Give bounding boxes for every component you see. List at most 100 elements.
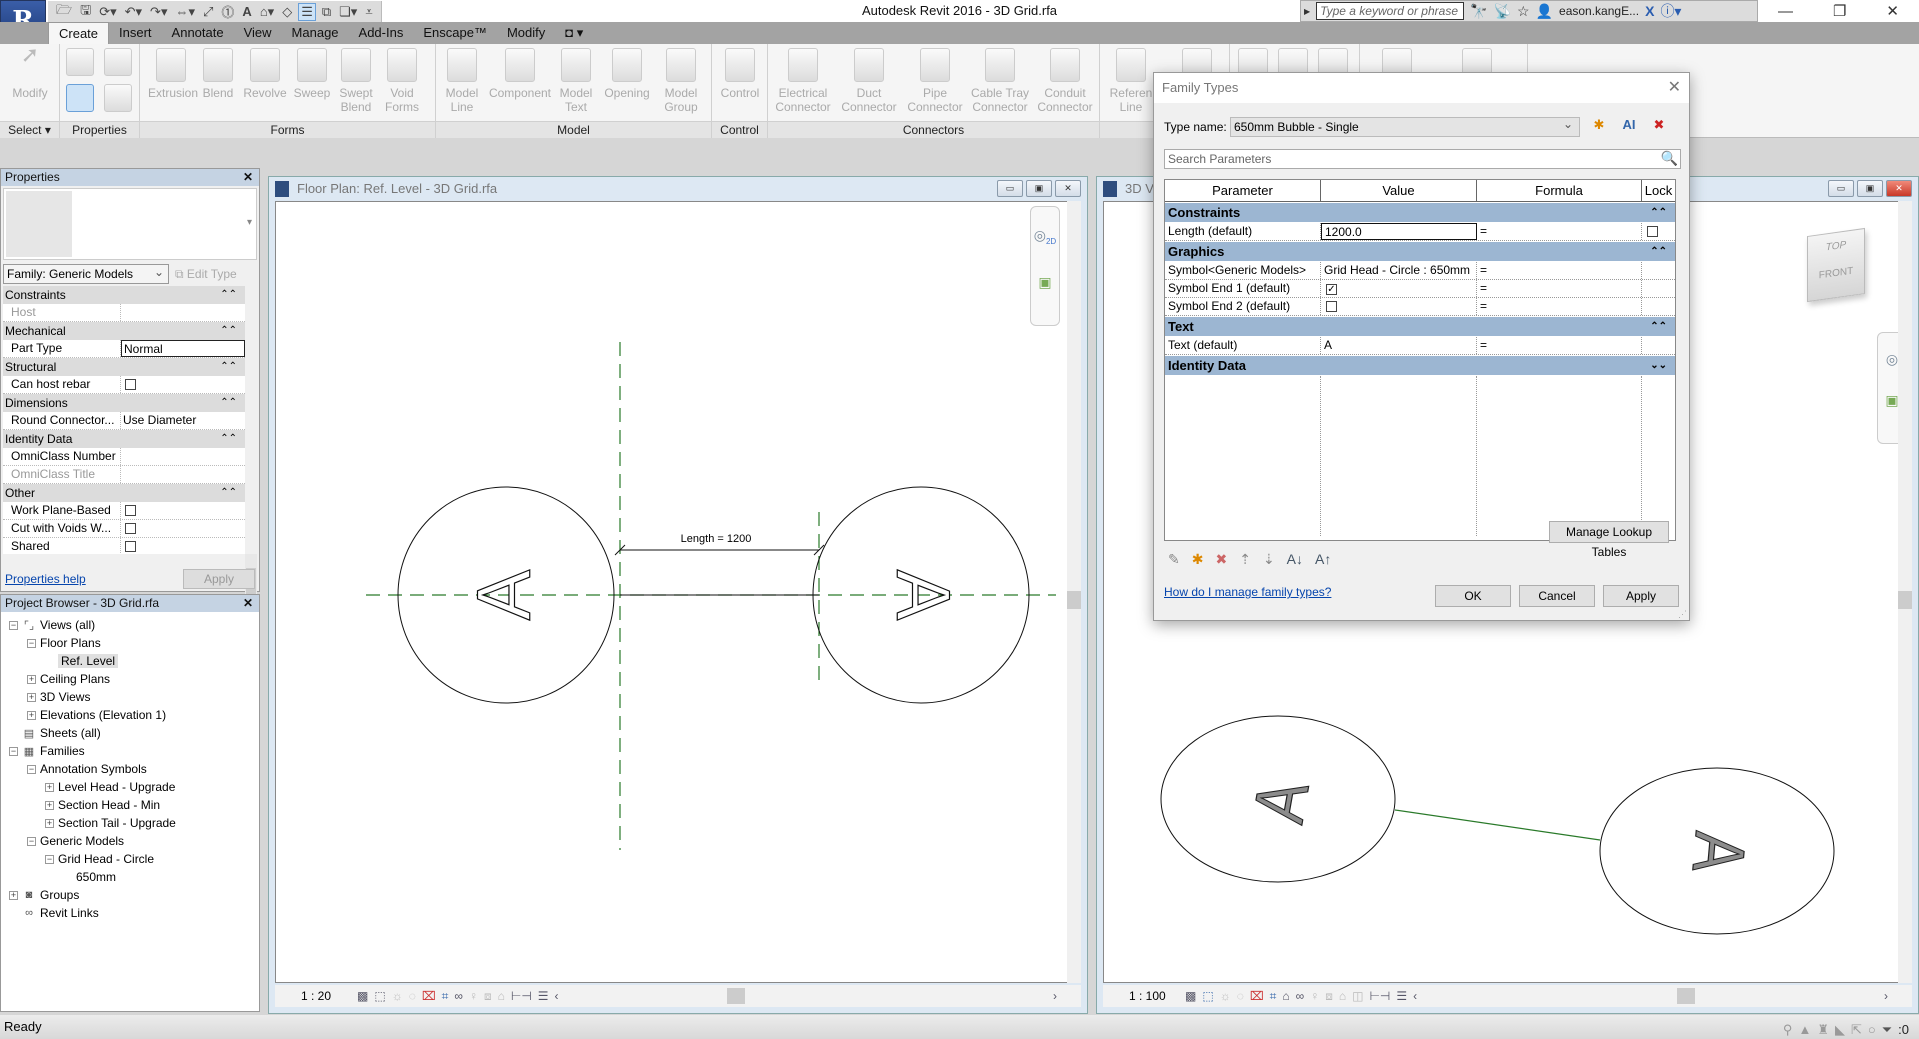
crop-view-icon[interactable]: ⌧ xyxy=(422,989,436,1003)
expand-icon[interactable]: + xyxy=(27,710,36,720)
drag-elements-icon[interactable]: ○ xyxy=(1868,1018,1876,1039)
formula-cell[interactable]: = xyxy=(1477,337,1642,354)
expand-icon[interactable]: + xyxy=(27,674,36,684)
browser-node[interactable]: − Generic Models xyxy=(3,832,259,850)
type-name-dropdown[interactable]: 650mm Bubble - Single xyxy=(1230,115,1580,137)
electrical-connector-button[interactable]: Electrical Connector xyxy=(772,48,834,114)
column-parameter[interactable]: Parameter xyxy=(1165,180,1321,201)
type-selector[interactable]: ▾ xyxy=(3,188,257,260)
modify-button[interactable]: ➚ Modify xyxy=(8,44,52,101)
visual-style-icon[interactable]: ⬚ xyxy=(1202,989,1213,1003)
browser-node[interactable]: ▤ Sheets (all) xyxy=(3,724,259,742)
delete-type-icon[interactable]: ✖ xyxy=(1648,117,1670,137)
collapse-icon[interactable]: ⌃⌃ xyxy=(220,286,237,304)
parameter-group[interactable]: Constraints ⌃⌃ xyxy=(1165,203,1675,222)
apply-button[interactable]: Apply xyxy=(1603,585,1679,607)
void-forms-button[interactable]: Void Forms xyxy=(380,48,424,114)
collapse-icon[interactable]: − xyxy=(9,620,18,630)
keyword-search-input[interactable]: Type a keyword or phrase xyxy=(1316,2,1465,20)
browser-node[interactable]: − Grid Head - Circle xyxy=(3,850,259,868)
select-underlay-icon[interactable]: ♜ xyxy=(1817,1018,1829,1039)
model-text-button[interactable]: Model Text xyxy=(556,48,596,114)
value-checkbox[interactable] xyxy=(1326,301,1337,312)
property-checkbox[interactable] xyxy=(125,379,136,390)
help-icon[interactable]: ⓘ▾ xyxy=(1660,1,1681,21)
collapse-icon[interactable]: ⌃⌃ xyxy=(220,322,237,340)
property-category[interactable]: Mechanical ⌃⌃ xyxy=(3,322,245,340)
manage-family-types-help-link[interactable]: How do I manage family types? xyxy=(1164,585,1331,599)
sun-path-icon[interactable]: ☼ xyxy=(1220,989,1231,1003)
manage-lookup-tables-button[interactable]: Manage Lookup Tables xyxy=(1549,521,1669,559)
column-formula[interactable]: Formula xyxy=(1477,180,1642,201)
view-scale[interactable]: 1 : 100 xyxy=(1129,989,1179,1003)
property-value[interactable] xyxy=(121,520,245,537)
lock-3d-view-icon[interactable]: ⌂ xyxy=(1282,989,1289,1003)
property-checkbox[interactable] xyxy=(125,541,136,552)
dialog-close-button[interactable]: ✕ xyxy=(1668,73,1681,103)
lock-cell[interactable] xyxy=(1642,262,1675,279)
new-type-icon[interactable]: ✱ xyxy=(1588,117,1610,137)
collapse-group-icon[interactable]: ⌃⌃ xyxy=(1650,242,1667,261)
analytical-model-icon[interactable]: ⌂ xyxy=(498,989,505,1003)
search-parameters-input[interactable]: Search Parameters 🔍 xyxy=(1164,149,1681,169)
worksets-icon[interactable]: ⚲ xyxy=(1783,1018,1793,1039)
delete-parameter-icon[interactable]: ✖ xyxy=(1215,551,1227,568)
formula-cell[interactable]: = xyxy=(1477,298,1642,315)
property-category[interactable]: Structural ⌃⌃ xyxy=(3,358,245,376)
undo-icon[interactable]: ↶▾ xyxy=(123,4,144,20)
zoom-region-icon[interactable]: ▣ xyxy=(1031,274,1059,291)
value-cell[interactable]: ✓ xyxy=(1321,280,1477,297)
tab-manage[interactable]: Manage xyxy=(282,22,349,44)
value-cell[interactable]: 1200.0 xyxy=(1321,223,1477,240)
close-hidden-icon[interactable]: ⧉ xyxy=(320,4,333,20)
expand-icon[interactable]: + xyxy=(9,890,18,900)
move-up-icon[interactable]: ⇡ xyxy=(1239,551,1251,568)
property-value[interactable] xyxy=(121,376,245,393)
tag-icon[interactable]: ⓵ xyxy=(219,2,236,21)
value-cell[interactable] xyxy=(1321,298,1477,315)
select-pinned-icon[interactable]: ◣ xyxy=(1835,1018,1845,1039)
value-cell[interactable]: Grid Head - Circle : 650mm xyxy=(1321,262,1477,279)
property-category[interactable]: Other ⌃⌃ xyxy=(3,484,245,502)
visual-style-icon[interactable]: ⬚ xyxy=(374,989,385,1003)
browser-node[interactable]: ∞ Revit Links xyxy=(3,904,259,922)
column-lock[interactable]: Lock xyxy=(1642,180,1675,201)
extrusion-button[interactable]: Extrusion xyxy=(148,48,198,100)
pipe-connector-button[interactable]: Pipe Connector xyxy=(904,48,966,114)
expand-icon[interactable]: + xyxy=(45,782,54,792)
steering-wheel-2d-icon[interactable]: ◎2D xyxy=(1031,227,1059,246)
analytical-model-icon[interactable]: ⌂ xyxy=(1339,989,1346,1003)
close-properties-icon[interactable]: ✕ xyxy=(243,169,253,186)
browser-node[interactable]: 650mm xyxy=(3,868,259,886)
redo-icon[interactable]: ↷▾ xyxy=(148,4,169,20)
model-line-button[interactable]: Model Line xyxy=(442,48,482,114)
expand-arrow-icon[interactable]: ▶ xyxy=(1304,7,1310,16)
collapse-icon[interactable]: ⌃⌃ xyxy=(220,430,237,448)
tab-annotate[interactable]: Annotate xyxy=(162,22,234,44)
property-value[interactable] xyxy=(121,538,245,554)
view-close-button[interactable]: ✕ xyxy=(1055,180,1081,197)
browser-node[interactable]: + ◙ Groups xyxy=(3,886,259,904)
lock-cell[interactable] xyxy=(1642,223,1675,240)
properties-toggle-button[interactable] xyxy=(66,84,94,116)
minimize-button[interactable]: — xyxy=(1778,3,1793,20)
switch-windows-icon[interactable]: ❏▾ xyxy=(337,4,359,20)
collapse-group-icon[interactable]: ⌃⌃ xyxy=(1650,317,1667,336)
browser-node[interactable]: − ▦ Families xyxy=(3,742,259,760)
aligned-dimension-icon[interactable]: ⤢ xyxy=(201,4,215,20)
conduit-connector-button[interactable]: Conduit Connector xyxy=(1034,48,1096,114)
parameter-group[interactable]: Identity Data ⌄⌄ xyxy=(1165,356,1675,375)
formula-cell[interactable]: = xyxy=(1477,223,1642,240)
binoculars-icon[interactable]: 🔭 xyxy=(1470,3,1487,20)
move-down-icon[interactable]: ⇣ xyxy=(1263,551,1275,568)
highlight-displacement-icon[interactable]: ☰ xyxy=(1396,989,1407,1003)
3d-vertical-scrollbar[interactable] xyxy=(1898,201,1912,983)
value-checkbox[interactable]: ✓ xyxy=(1326,284,1337,295)
property-value[interactable] xyxy=(121,448,245,465)
reveal-hidden-icon[interactable]: ♀ xyxy=(469,989,478,1003)
horizontal-scroll-thumb[interactable] xyxy=(1677,988,1695,1004)
property-value[interactable] xyxy=(121,304,245,321)
expand-icon[interactable]: + xyxy=(27,692,36,702)
tab-view[interactable]: View xyxy=(234,22,282,44)
customize-icon[interactable]: ⩡ xyxy=(363,4,374,20)
